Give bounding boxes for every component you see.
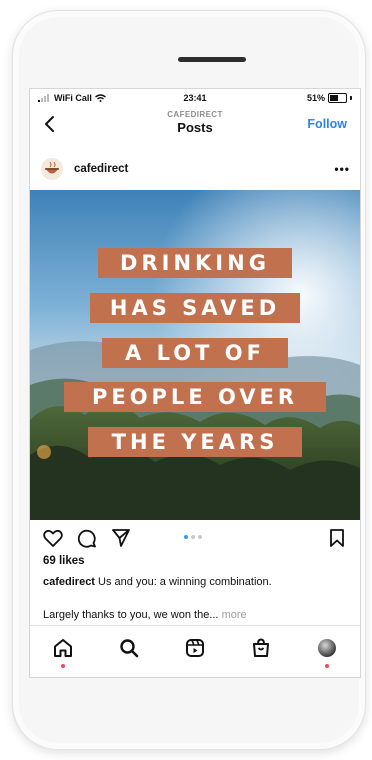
caption: cafedirect Us and you: a winning combina… [43, 576, 353, 588]
comment-icon[interactable] [76, 527, 98, 549]
caption-continued: Largely thanks to you, we won the... mor… [43, 609, 247, 621]
image-text-line: DRINKING [98, 248, 292, 278]
avatar[interactable] [41, 158, 63, 180]
caption-line-2: Largely thanks to you, we won the... [43, 609, 219, 621]
phone-speaker [178, 57, 246, 62]
search-icon[interactable] [117, 636, 141, 660]
profile-notification-dot [325, 664, 329, 668]
carousel-indicator [184, 535, 202, 539]
battery-icon [328, 93, 347, 103]
send-icon[interactable] [110, 527, 132, 549]
image-text-line: A LOT OF [102, 338, 288, 368]
status-bar: WiFi Call 23:41 51% [30, 89, 360, 107]
status-right: 51% [307, 93, 352, 103]
carousel-dot [184, 535, 188, 539]
bookmark-icon[interactable] [326, 527, 348, 549]
more-link[interactable]: more [222, 609, 247, 621]
home-active-dot [61, 664, 65, 668]
post-actions [30, 524, 360, 550]
profile-avatar[interactable] [315, 636, 339, 660]
post-username[interactable]: cafedirect [74, 163, 128, 175]
battery-tip [350, 96, 352, 100]
more-options-icon[interactable]: ••• [334, 162, 350, 176]
coffee-cup-logo-icon [41, 158, 63, 180]
image-text-line: HAS SAVED [90, 293, 300, 323]
post-header: cafedirect ••• [30, 153, 360, 187]
bottom-nav [30, 625, 360, 677]
carousel-dot [198, 535, 202, 539]
image-text-line: THE YEARS [88, 427, 302, 457]
shop-icon[interactable] [249, 636, 273, 660]
reels-icon[interactable] [183, 636, 207, 660]
image-text-line: PEOPLE OVER [64, 382, 326, 412]
home-icon[interactable] [51, 636, 75, 660]
screen: WiFi Call 23:41 51% CAFEDIRECT Posts Fol… [29, 88, 361, 678]
heart-icon[interactable] [42, 527, 64, 549]
carousel-dot [191, 535, 195, 539]
follow-button[interactable]: Follow [307, 117, 347, 131]
page-header: CAFEDIRECT Posts Follow [30, 107, 360, 139]
likes-count[interactable]: 69 likes [43, 555, 85, 567]
post-image[interactable]: DRINKING HAS SAVED A LOT OF PEOPLE OVER … [30, 190, 360, 520]
caption-text: Us and you: a winning combination. [98, 576, 272, 588]
caption-username[interactable]: cafedirect [43, 576, 95, 588]
battery-percent: 51% [306, 93, 325, 103]
